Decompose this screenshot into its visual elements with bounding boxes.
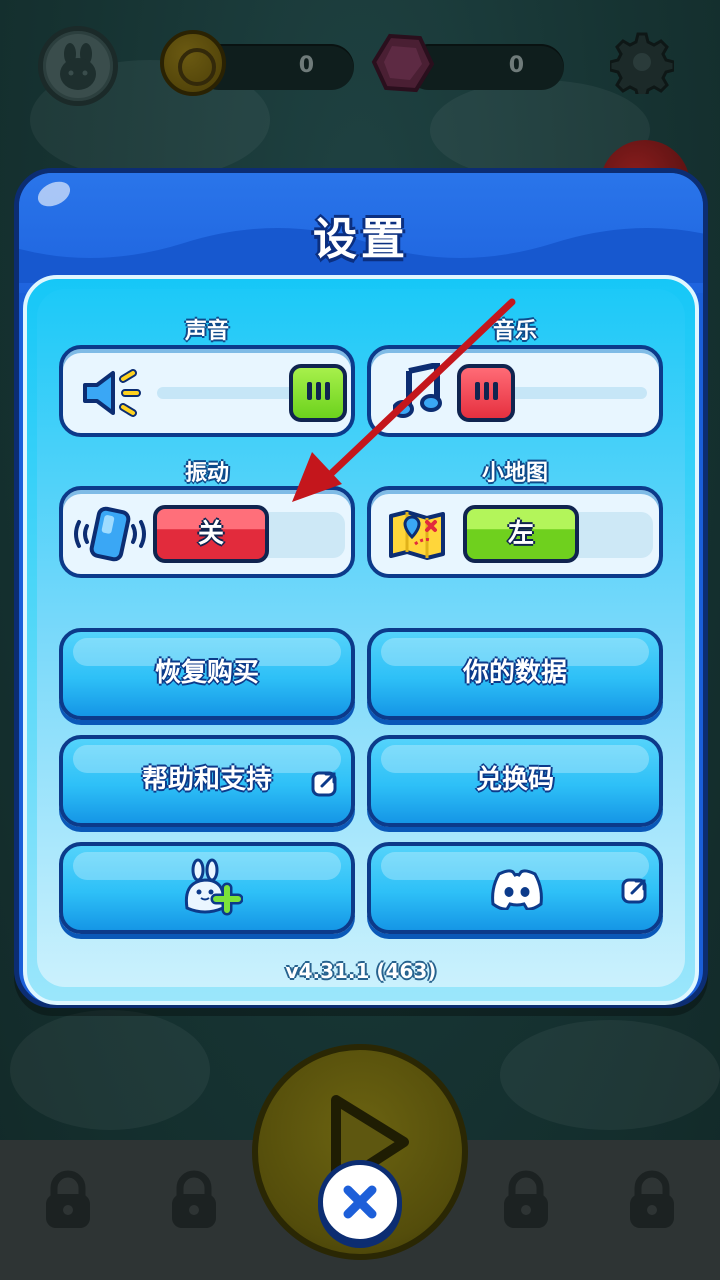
- bunny-icon[interactable]: [38, 26, 118, 106]
- lock-icon: [498, 1168, 554, 1232]
- close-button[interactable]: [318, 1160, 402, 1244]
- vibration-label: 振动: [184, 461, 229, 486]
- external-link-icon: [621, 878, 647, 904]
- music-slider-knob[interactable]: [457, 364, 515, 422]
- lock-icon: [40, 1168, 96, 1232]
- add-friend-button[interactable]: [59, 842, 355, 934]
- minimap-card: 左: [367, 486, 663, 578]
- restore-purchase-button[interactable]: 恢复购买: [59, 628, 355, 720]
- external-link-icon: [311, 771, 337, 797]
- version-label: v4.31.1 (463): [285, 959, 437, 983]
- sound-slider-knob[interactable]: [289, 364, 347, 422]
- coin-icon: [160, 30, 226, 96]
- discord-icon: [491, 869, 543, 910]
- gem-icon: [370, 30, 436, 96]
- lock-icon: [624, 1168, 680, 1232]
- vibrate-phone-icon: [74, 506, 146, 562]
- vibration-toggle[interactable]: 关: [153, 505, 269, 563]
- minimap-toggle[interactable]: 左: [463, 505, 579, 563]
- gem-count: 0: [508, 53, 524, 78]
- sound-slider-card: [59, 345, 355, 437]
- top-hud: 0 0: [0, 0, 720, 130]
- discord-button[interactable]: [367, 842, 663, 934]
- lock-icon: [166, 1168, 222, 1232]
- background-cloud: [500, 1020, 720, 1130]
- map-icon: [389, 510, 445, 560]
- settings-dialog: 设置 声音 音乐 振动 小地图 关 左 恢复购买 你的数据 帮助和支持 兑换码 …: [14, 168, 708, 1008]
- music-note-icon: [393, 363, 442, 418]
- your-data-button[interactable]: 你的数据: [367, 628, 663, 720]
- music-label: 音乐: [492, 319, 537, 344]
- speaker-icon: [83, 369, 141, 417]
- vibration-card: 关: [59, 486, 355, 578]
- coin-count: 0: [298, 53, 314, 78]
- sound-label: 声音: [184, 319, 229, 344]
- redeem-code-label: 兑换码: [475, 765, 554, 795]
- restore-purchase-label: 恢复购买: [154, 658, 259, 688]
- help-support-button[interactable]: 帮助和支持: [59, 735, 355, 827]
- add-friend-icon: [184, 858, 243, 916]
- dialog-title: 设置: [313, 214, 409, 265]
- help-support-label: 帮助和支持: [141, 765, 272, 795]
- close-icon: [343, 1185, 377, 1219]
- minimap-label: 小地图: [481, 461, 548, 486]
- redeem-code-button[interactable]: 兑换码: [367, 735, 663, 827]
- your-data-label: 你的数据: [462, 658, 567, 688]
- gear-icon[interactable]: [608, 30, 676, 100]
- music-slider-card: [367, 345, 663, 437]
- background-cloud: [10, 1010, 210, 1130]
